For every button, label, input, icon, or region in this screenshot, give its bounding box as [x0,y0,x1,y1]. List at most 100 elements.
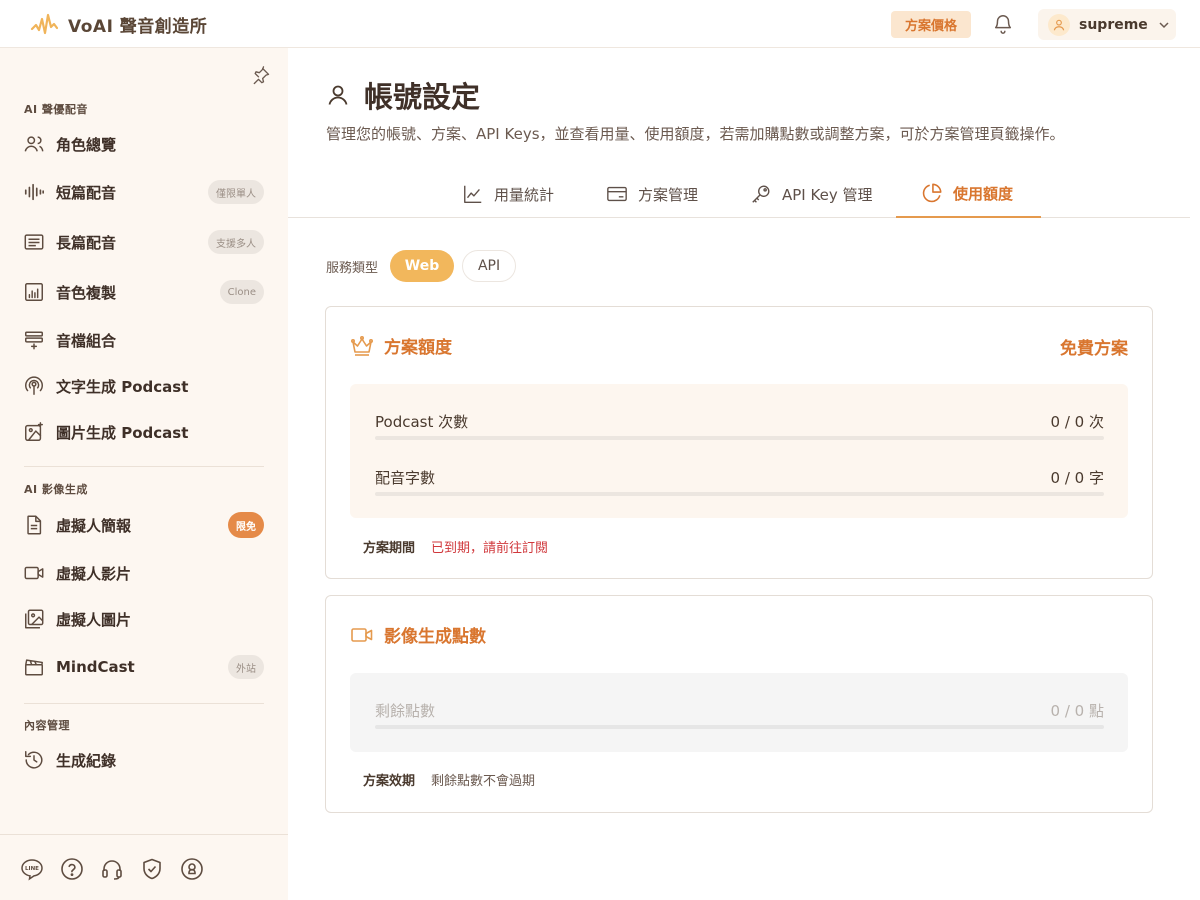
tab-label: 用量統計 [494,185,555,204]
sidebar-item-text-podcast[interactable]: 文字生成 Podcast [22,368,266,404]
sidebar-divider [24,466,264,467]
main-content: 帳號設定 管理您的帳號、方案、API Keys，並查看用量、使用額度，若需加購點… [288,48,1200,900]
user-icon [1053,19,1065,30]
sidebar-item-avatar-image[interactable]: 虛擬人圖片 [22,601,266,637]
document-lines-icon [22,230,46,254]
clapper-icon [22,655,46,679]
points-validity: 方案效期 剩餘點數不會過期 [363,770,535,789]
page-title: 帳號設定 [364,80,481,114]
service-option-api[interactable]: API [462,250,517,282]
sidebar-item-label: MindCast [56,658,135,676]
validity-label: 方案效期 [363,774,416,789]
sidebar-item-label: 音色複製 [56,283,117,302]
section-title-video: AI 影像生成 [24,483,88,496]
progress-track [375,725,1104,729]
user-menu[interactable]: supreme [1038,9,1176,40]
sidebar-item-label: 圖片生成 Podcast [56,423,189,442]
sidebar-item-long-dubbing[interactable]: 長篇配音 支援多人 [22,224,266,260]
meter-value: 0 / 0 次 [1050,413,1104,431]
sidebar: AI 聲優配音 角色總覽 短篇配音 僅限單人 長篇配音 支援多人 音色複製 Cl… [0,48,288,900]
sidebar-item-label: 生成紀錄 [56,751,117,770]
progress-track [375,436,1104,440]
tab-label: 方案管理 [638,185,699,204]
video-camera-icon [351,627,373,642]
meter-dubbing-chars: 配音字數 0 / 0 字 [375,467,1104,517]
meter-remaining-points: 剩餘點數 0 / 0 點 [375,700,1104,750]
file-icon [22,513,46,537]
sidebar-item-voice-clone[interactable]: 音色複製 Clone [22,274,266,310]
service-option-web[interactable]: Web [390,250,455,282]
sidebar-item-characters[interactable]: 角色總覽 [22,126,266,162]
progress-track [375,492,1104,496]
badge-free: 限免 [228,512,264,538]
user-icon [328,85,348,105]
sidebar-item-label: 文字生成 Podcast [56,377,189,396]
brand-name: VoAI 聲音創造所 [68,16,208,37]
pricing-button[interactable]: 方案價格 [891,11,971,38]
line-chart-icon [464,185,482,203]
sidebar-footer: LINE [0,834,288,900]
card-header: 影像生成點數 [350,622,486,647]
sidebar-item-label: 虛擬人圖片 [56,610,132,629]
sidebar-item-label: 角色總覽 [56,135,117,154]
voice-clone-icon [22,280,46,304]
sidebar-item-avatar-video[interactable]: 虛擬人影片 [22,555,266,591]
sidebar-item-label: 虛擬人簡報 [56,516,132,535]
account-circle-icon[interactable] [180,857,204,881]
section-title-voice: AI 聲優配音 [24,103,88,116]
page-header: 帳號設定 [326,74,480,116]
service-type-label: 服務類型 [326,260,379,276]
badge-external: 外站 [228,655,264,679]
tab-api-keys[interactable]: API Key 管理 [750,170,872,218]
sidebar-item-audio-merge[interactable]: 音檔組合 [22,322,266,358]
video-points-card: 影像生成點數 剩餘點數 0 / 0 點 方案效期 剩餘點數不會過期 [325,595,1153,813]
bell-icon[interactable] [992,13,1014,35]
image-icon [22,607,46,631]
line-chat-icon[interactable]: LINE [20,857,44,881]
tab-plan-management[interactable]: 方案管理 [606,170,698,218]
username: supreme [1079,16,1148,33]
quota-meters: Podcast 次數 0 / 0 次 配音字數 0 / 0 字 [350,384,1128,518]
section-title-content: 內容管理 [24,719,70,732]
waveform-icon [22,180,46,204]
avatar [1048,13,1070,36]
sidebar-item-label: 長篇配音 [56,233,117,252]
badge-clone: Clone [219,280,264,304]
sidebar-item-image-podcast[interactable]: 圖片生成 Podcast [22,414,266,450]
sidebar-item-avatar-slides[interactable]: 虛擬人簡報 限免 [22,507,266,543]
podcast-icon [22,374,46,398]
brand-logo[interactable]: VoAI 聲音創造所 [30,11,207,37]
headset-icon[interactable] [100,857,124,881]
card-header: 方案額度 [350,333,452,358]
top-bar: VoAI 聲音創造所 方案價格 supreme [0,0,1200,48]
points-meters: 剩餘點數 0 / 0 點 [350,673,1128,752]
logo-icon [30,13,58,35]
badge-single-only: 僅限單人 [208,180,264,204]
sidebar-item-history[interactable]: 生成紀錄 [22,742,266,778]
video-icon [22,561,46,585]
tab-usage-quota[interactable]: 使用額度 [896,170,1041,218]
meter-value: 0 / 0 字 [1050,469,1104,487]
sidebar-item-mindcast[interactable]: MindCast 外站 [22,649,266,685]
tab-label: API Key 管理 [782,185,873,204]
tab-label: 使用額度 [953,184,1014,203]
svg-text:LINE: LINE [25,866,39,872]
tab-usage-stats[interactable]: 用量統計 [462,170,554,218]
users-icon [22,132,46,156]
sidebar-divider [24,703,264,704]
help-icon[interactable] [60,857,84,881]
card-title: 影像生成點數 [384,627,486,647]
meter-name: 剩餘點數 [375,702,436,720]
sidebar-item-label: 虛擬人影片 [56,564,132,583]
history-icon [22,748,46,772]
card-title: 方案額度 [384,338,452,358]
plan-period: 方案期間 已到期，請前往訂閱 [363,537,548,556]
shield-check-icon[interactable] [140,857,164,881]
period-status[interactable]: 已到期，請前往訂閱 [431,537,548,556]
badge-multi-speaker: 支援多人 [208,230,264,254]
sidebar-item-short-dubbing[interactable]: 短篇配音 僅限單人 [22,174,266,210]
pin-icon[interactable] [251,66,271,86]
service-type-selector: 服務類型 Web API [326,250,517,282]
audio-merge-icon [22,328,46,352]
settings-tabs: 用量統計 方案管理 API Key 管理 使用額度 [288,170,1190,218]
